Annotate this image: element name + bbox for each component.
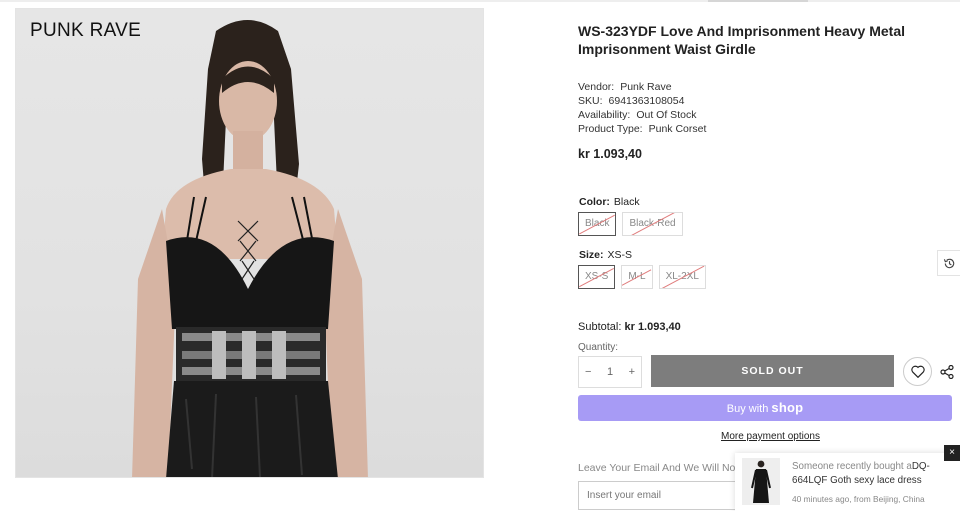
share-icon (940, 364, 954, 380)
size-options: XS-S M-L XL-2XL (578, 265, 706, 289)
shop-pay-logo: shop (771, 400, 804, 415)
email-field[interactable]: Insert your email (578, 481, 758, 510)
toast-message: Someone recently bought aDQ-664LQF Goth … (792, 460, 952, 488)
size-label: Size: XS-S (579, 249, 633, 261)
meta-sku: SKU: 6941363108054 (578, 94, 706, 108)
share-button[interactable] (940, 364, 954, 380)
meta-key: Vendor: (578, 81, 615, 93)
color-label: Color: Black (579, 196, 640, 208)
meta-product-type: Product Type: Punk Corset (578, 122, 706, 136)
meta-vendor: Vendor: Punk Rave (578, 80, 706, 94)
subtotal: Subtotal: kr 1.093,40 (578, 321, 681, 333)
recently-viewed-button[interactable] (937, 250, 960, 276)
size-option-xl-2xl[interactable]: XL-2XL (658, 265, 706, 289)
toast-time-location: 40 minutes ago, from Beijing, China (792, 494, 925, 504)
wishlist-button[interactable] (903, 357, 932, 386)
meta-value: Out Of Stock (636, 109, 697, 121)
size-option-xs-s[interactable]: XS-S (578, 265, 616, 289)
quantity-stepper: − 1 + (578, 356, 642, 388)
color-selected: Black (613, 196, 640, 208)
size-option-m-l[interactable]: M-L (621, 265, 653, 289)
subtotal-value: kr 1.093,40 (624, 321, 681, 333)
top-progress-line (0, 0, 960, 2)
quantity-increase-button[interactable]: + (629, 366, 635, 378)
quantity-input[interactable]: 1 (607, 366, 613, 378)
meta-value[interactable]: Punk Corset (649, 123, 707, 135)
color-option-black[interactable]: Black (578, 212, 617, 236)
product-image[interactable]: PUNK RAVE (15, 8, 484, 478)
shop-pay-prefix: Buy with (726, 403, 769, 415)
meta-value: 6941363108054 (608, 95, 685, 107)
product-title: WS-323YDF Love And Imprisonment Heavy Me… (578, 23, 905, 57)
subtotal-label: Subtotal: (578, 321, 622, 333)
toast-lead: Someone recently bought a (792, 461, 912, 472)
brand-logo: PUNK RAVE (30, 20, 142, 41)
dress-thumbnail-figure (751, 460, 771, 503)
recent-purchase-toast[interactable]: Someone recently bought aDQ-664LQF Goth … (735, 453, 960, 511)
meta-key: Product Type: (578, 123, 643, 135)
color-option-black-red[interactable]: Black-Red (622, 212, 683, 236)
product-meta: Vendor: Punk Rave SKU: 6941363108054 Avail… (578, 80, 706, 136)
product-page: PUNK RAVE WS-323YDF Love And Imprisonmen… (0, 0, 960, 511)
heart-icon (910, 365, 925, 378)
meta-value[interactable]: Punk Rave (620, 81, 671, 93)
history-icon (943, 258, 954, 268)
meta-key: Availability: (578, 109, 631, 121)
toast-close-button[interactable]: × (944, 445, 960, 461)
more-payment-options-link[interactable]: More payment options (721, 431, 820, 442)
notify-text: Leave Your Email And We Will Notify A (578, 462, 759, 474)
toast-product-thumbnail (742, 458, 780, 505)
shop-pay-button[interactable]: Buy with shop (578, 395, 952, 421)
size-selected: XS-S (607, 249, 633, 261)
meta-key: SKU: (578, 95, 603, 107)
model-figure (132, 20, 368, 477)
quantity-decrease-button[interactable]: − (585, 366, 591, 378)
color-options: Black Black-Red (578, 212, 683, 236)
quantity-label: Quantity: (578, 342, 619, 353)
sold-out-button[interactable]: SOLD OUT (651, 355, 894, 387)
product-price: kr 1.093,40 (578, 147, 642, 161)
meta-availability: Availability: Out Of Stock (578, 108, 706, 122)
